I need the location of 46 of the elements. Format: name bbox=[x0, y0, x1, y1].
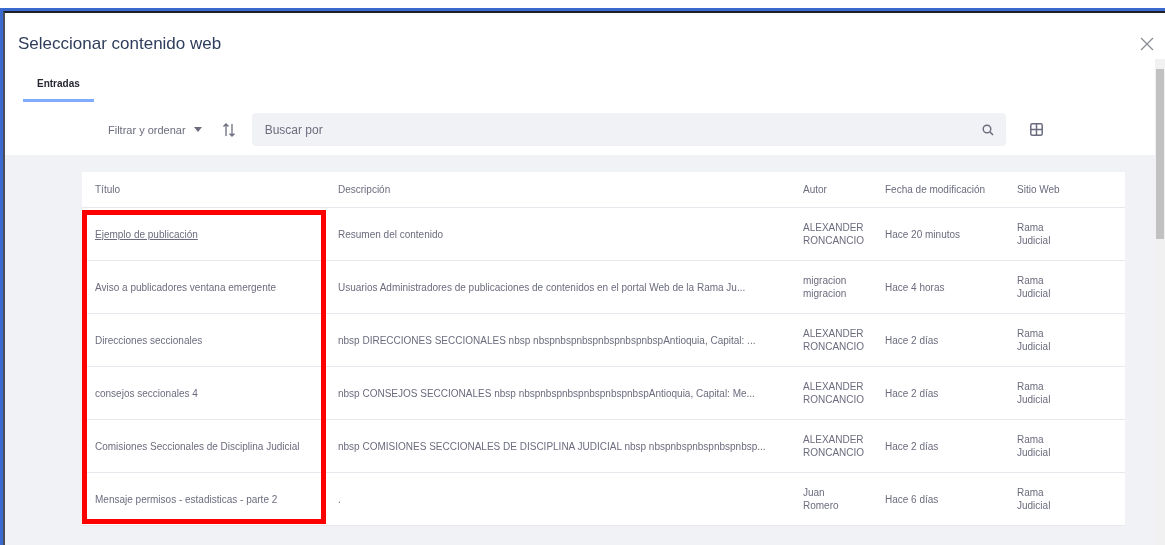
table-cell: Rama Judicial bbox=[1017, 326, 1051, 354]
table-cell: Direcciones seccionales bbox=[95, 334, 203, 346]
filter-sort-dropdown[interactable]: Filtrar y ordenar bbox=[104, 119, 206, 140]
table-cell: nbsp COMISIONES SECCIONALES DE DISCIPLINA JUDICIAL nbsp nbspnbspnbspnbspnbsp... bbox=[338, 440, 766, 452]
tab[interactable]: Entradas bbox=[23, 78, 94, 102]
table-cell: ALEXANDER RONCANCIO bbox=[803, 432, 865, 460]
search-field[interactable]: Buscar por bbox=[251, 113, 1006, 146]
table-cell: Hace 2 días bbox=[885, 387, 939, 399]
table-cell: ALEXANDER RONCANCIO bbox=[803, 326, 865, 354]
caret-icon bbox=[193, 127, 202, 132]
table-cell: Hace 20 minutos bbox=[885, 228, 961, 240]
dialog-title: Seleccionar contenido web bbox=[18, 34, 222, 54]
table-cell: Rama Judicial bbox=[1017, 220, 1051, 248]
column-header: Sitio Web bbox=[1017, 184, 1060, 195]
table-cell: Aviso a publicadores ventana emergente bbox=[95, 281, 277, 293]
table-cell: Juan Romero bbox=[803, 485, 839, 513]
table-cell: ALEXANDER RONCANCIO bbox=[803, 379, 865, 407]
table-cell: . bbox=[338, 493, 341, 505]
table-cell: Resumen del contenido bbox=[338, 228, 444, 240]
title-link[interactable]: Ejemplo de publicación bbox=[95, 228, 198, 240]
table-cell: Mensaje permisos - estadisticas - parte 2 bbox=[95, 493, 278, 505]
close-button[interactable] bbox=[1139, 36, 1155, 52]
table-cell: Hace 2 días bbox=[885, 440, 939, 452]
table-cell: nbsp DIRECCIONES SECCIONALES nbsp nbspnbspnbspnbspnbspnbspAntioquia, Capital: ... bbox=[338, 334, 756, 346]
table-cell: ALEXANDER RONCANCIO bbox=[803, 220, 865, 248]
table-cell: migracion migracion bbox=[803, 273, 847, 301]
table-cell: Rama Judicial bbox=[1017, 432, 1051, 460]
column-header: Título bbox=[95, 184, 120, 195]
grid-icon bbox=[1029, 123, 1043, 136]
table-cell: consejos seccionales 4 bbox=[95, 387, 198, 399]
column-header: Autor bbox=[803, 184, 827, 195]
scroll-bar[interactable] bbox=[1155, 59, 1165, 545]
table-cell: Usuarios Administradores de publicaciones de contenidos en el portal Web de la Rama Ju... bbox=[338, 281, 746, 293]
table-cell: Rama Judicial bbox=[1017, 273, 1051, 301]
column-header: Descripción bbox=[338, 184, 391, 195]
search-icon bbox=[981, 124, 994, 136]
table-cell: Hace 6 días bbox=[885, 493, 939, 505]
table-cell: Rama Judicial bbox=[1017, 485, 1051, 513]
table-cell: Rama Judicial bbox=[1017, 379, 1051, 407]
column-header: Fecha de modificación bbox=[885, 184, 986, 195]
table-cell: Hace 4 horas bbox=[885, 281, 945, 293]
close-icon bbox=[1139, 36, 1155, 52]
table-cell: Hace 2 días bbox=[885, 334, 939, 346]
table-cell: Comisiones Seccionales de Disciplina Judicial bbox=[95, 440, 300, 452]
table-cell: nbsp CONSEJOS SECCIONALES nbsp nbspnbspnbspnbspnbspnbspAntioquia, Capital: Me... bbox=[338, 387, 755, 399]
sort-icon bbox=[221, 122, 236, 137]
